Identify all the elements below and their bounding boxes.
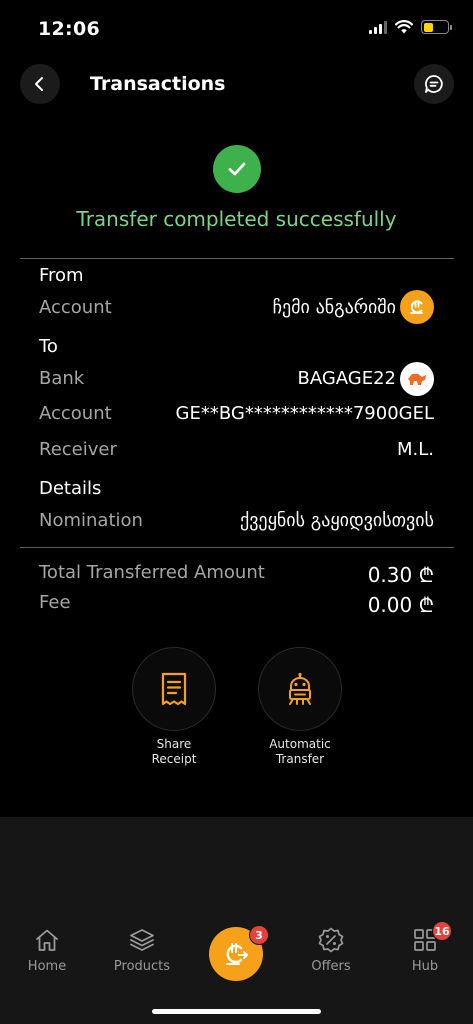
automatic-transfer-button[interactable] — [258, 647, 342, 731]
hub-notification-badge: 16 — [432, 921, 452, 941]
tab-offers-label: Offers — [311, 959, 351, 974]
receiver-label: Receiver — [39, 439, 117, 460]
success-check-icon — [213, 145, 261, 193]
share-receipt-label: Share Receipt — [151, 737, 197, 766]
receipt-icon — [161, 672, 187, 706]
from-account-value: ჩემი ანგარიში — [272, 297, 396, 318]
to-account-value: GE**BG************7900GEL — [175, 403, 434, 424]
transfer-icon — [226, 943, 248, 965]
automatic-transfer-action[interactable]: Automatic Transfer — [258, 647, 342, 767]
divider-top — [20, 258, 454, 259]
to-title: To — [39, 336, 58, 357]
fee-value: 0.00 ₾ — [367, 593, 434, 617]
home-icon — [36, 929, 58, 951]
to-bank-label: Bank — [39, 368, 85, 389]
bank-logo-icon — [400, 362, 434, 396]
status-time: 12:06 — [38, 18, 100, 40]
automatic-transfer-label: Automatic Transfer — [269, 737, 331, 766]
share-receipt-action[interactable]: Share Receipt — [132, 647, 216, 767]
transfer-fab-button[interactable]: 3 — [209, 925, 269, 981]
chevron-left-icon — [35, 77, 43, 91]
details-title: Details — [39, 478, 102, 499]
fee-label: Fee — [39, 592, 71, 613]
home-indicator — [152, 1009, 321, 1014]
tab-home[interactable]: Home — [2, 925, 92, 974]
nomination-value: ქვეყნის გაყიდვისთვის — [239, 510, 434, 531]
total-label: Total Transferred Amount — [39, 562, 265, 583]
total-value: 0.30 ₾ — [367, 563, 434, 587]
tab-products-label: Products — [113, 959, 171, 974]
layers-icon — [130, 929, 154, 951]
gel-currency-icon — [400, 290, 434, 324]
status-bar: 12:06 — [0, 0, 473, 56]
to-bank-value: BAGAGE22 — [297, 368, 396, 389]
tab-products[interactable]: Products — [97, 925, 187, 974]
tab-home-label: Home — [27, 959, 67, 974]
from-account-label: Account — [39, 297, 112, 318]
battery-icon — [421, 20, 452, 34]
tab-offers[interactable]: Offers — [286, 925, 376, 974]
success-message: Transfer completed successfully — [76, 207, 397, 231]
status-icons — [369, 20, 452, 34]
divider-bottom — [20, 547, 454, 548]
share-receipt-button[interactable] — [132, 647, 216, 731]
header: Transactions — [0, 64, 473, 106]
signal-icon — [369, 20, 387, 34]
wifi-icon — [395, 20, 413, 34]
bottom-panel — [0, 817, 473, 1024]
tab-hub[interactable]: 16 Hub — [380, 921, 470, 974]
from-title: From — [39, 265, 84, 286]
to-account-label: Account — [39, 403, 112, 424]
back-button[interactable] — [20, 64, 60, 104]
page-title: Transactions — [90, 73, 226, 95]
percent-badge-icon — [318, 927, 344, 953]
receiver-value: M.L. — [396, 439, 434, 460]
chat-icon — [425, 75, 443, 93]
robot-icon — [289, 672, 311, 705]
chat-button[interactable] — [414, 64, 454, 104]
nomination-label: Nomination — [39, 510, 143, 531]
fab-notification-badge: 3 — [249, 925, 269, 945]
tab-hub-label: Hub — [411, 959, 439, 974]
